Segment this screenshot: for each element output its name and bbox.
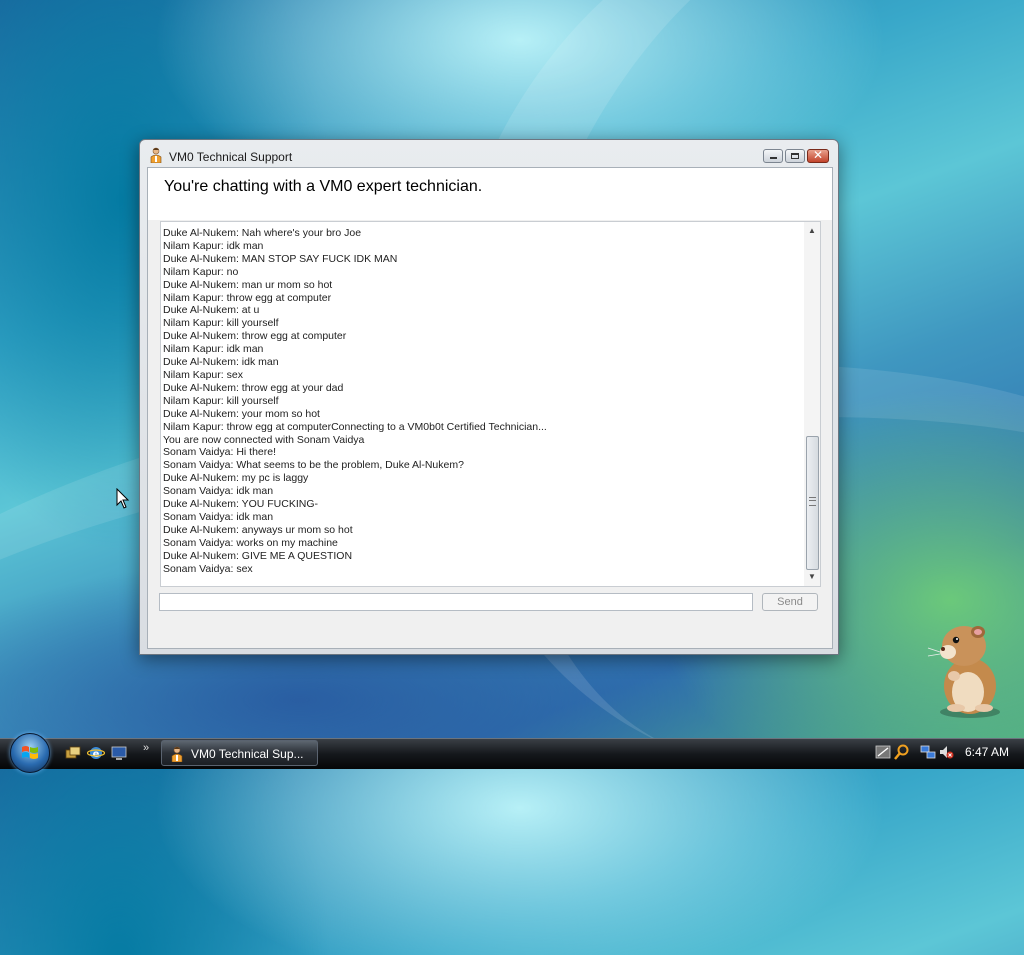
technician-icon (150, 147, 162, 163)
clock[interactable]: 6:47 AM (965, 745, 1009, 759)
switch-windows-icon[interactable] (64, 744, 82, 762)
chat-scrollbar[interactable]: ▲ ▼ (804, 222, 820, 586)
chat-line: Duke Al-Nukem: my pc is laggy (163, 472, 309, 485)
chat-line: Nilam Kapur: throw egg at computer (163, 291, 332, 304)
chat-line: Nilam Kapur: idk man (163, 343, 264, 356)
chat-line: Duke Al-Nukem: YOU FUCKING- (163, 498, 319, 511)
support-chat-window: VM0 Technical Support ✕ You're chatting … (139, 139, 839, 655)
window-title: VM0 Technical Support (169, 150, 293, 164)
taskbar-window-button[interactable]: VM0 Technical Sup... (161, 740, 318, 766)
mouse-cursor-icon (116, 488, 130, 509)
send-button[interactable]: Send (762, 593, 818, 611)
chat-line: Duke Al-Nukem: anyways ur mom so hot (163, 523, 353, 536)
chat-line: Duke Al-Nukem: throw egg at your dad (163, 381, 344, 394)
chat-line: Sonam Vaidya: works on my machine (163, 536, 338, 549)
internet-explorer-icon[interactable]: e (87, 744, 105, 762)
chat-line: Duke Al-Nukem: Nah where's your bro Joe (163, 227, 362, 239)
chat-line: Duke Al-Nukem: at u (163, 304, 260, 317)
chat-line: Nilam Kapur: no (163, 265, 239, 278)
start-button[interactable] (10, 733, 50, 773)
chat-log[interactable]: Duke Al-Nukem: Nah where's your bro Joe N… (160, 221, 821, 587)
taskbar-window-label: VM0 Technical Sup... (191, 747, 304, 761)
chat-line: Nilam Kapur: kill yourself (163, 394, 279, 407)
window-client-area: You're chatting with a VM0 expert techni… (147, 167, 833, 649)
chat-line: Duke Al-Nukem: throw egg at computer (163, 330, 347, 343)
minimize-icon (770, 157, 777, 159)
minimize-button[interactable] (763, 149, 783, 163)
chat-line: Sonam Vaidya: sex (163, 562, 253, 575)
chat-line: Sonam Vaidya: What seems to be the probl… (163, 459, 464, 472)
maximize-icon (791, 153, 799, 159)
chat-line: Duke Al-Nukem: idk man (163, 356, 279, 369)
network-icon[interactable] (920, 744, 936, 760)
scrollbar-thumb[interactable] (806, 436, 819, 570)
maximize-button[interactable] (785, 149, 805, 163)
message-input[interactable] (159, 593, 753, 611)
chat-line: Duke Al-Nukem: MAN STOP SAY FUCK IDK MAN (163, 252, 398, 265)
hamster-icon[interactable] (926, 616, 1010, 720)
scroll-up-icon[interactable]: ▲ (804, 224, 820, 238)
chat-line: Sonam Vaidya: idk man (163, 485, 274, 498)
close-icon: ✕ (812, 148, 824, 162)
chat-line: Nilam Kapur: idk man (163, 239, 264, 252)
chat-line: Nilam Kapur: kill yourself (163, 317, 279, 330)
close-button[interactable]: ✕ (807, 148, 829, 163)
chat-lines: Duke Al-Nukem: Nah where's your bro Joe N… (163, 227, 803, 575)
chat-line: Duke Al-Nukem: your mom so hot (163, 407, 320, 420)
network-status-icon[interactable] (875, 744, 891, 760)
chat-line: Nilam Kapur: sex (163, 368, 243, 381)
chat-line: You are now connected with Sonam Vaidya (163, 433, 365, 446)
title-bar[interactable]: VM0 Technical Support ✕ (140, 140, 838, 168)
chat-line: Duke Al-Nukem: GIVE ME A QUESTION (163, 549, 353, 562)
grip-icon (809, 497, 816, 506)
chat-header: You're chatting with a VM0 expert techni… (148, 168, 832, 220)
search-icon[interactable] (894, 744, 910, 760)
show-desktop-icon[interactable] (110, 744, 128, 762)
chat-line: Sonam Vaidya: Hi there! (163, 446, 277, 459)
volume-muted-icon[interactable] (938, 744, 954, 760)
windows-logo-icon (22, 746, 38, 759)
chevron-right-icon[interactable]: » (143, 742, 149, 754)
technician-icon (171, 746, 183, 762)
scroll-down-icon[interactable]: ▼ (804, 570, 820, 584)
chat-line: Sonam Vaidya: idk man (163, 510, 274, 523)
chat-line: Nilam Kapur: throw egg at computerConnec… (163, 420, 547, 433)
chat-header-text: You're chatting with a VM0 expert techni… (164, 178, 483, 195)
chat-line: Duke Al-Nukem: man ur mom so hot (163, 278, 333, 291)
